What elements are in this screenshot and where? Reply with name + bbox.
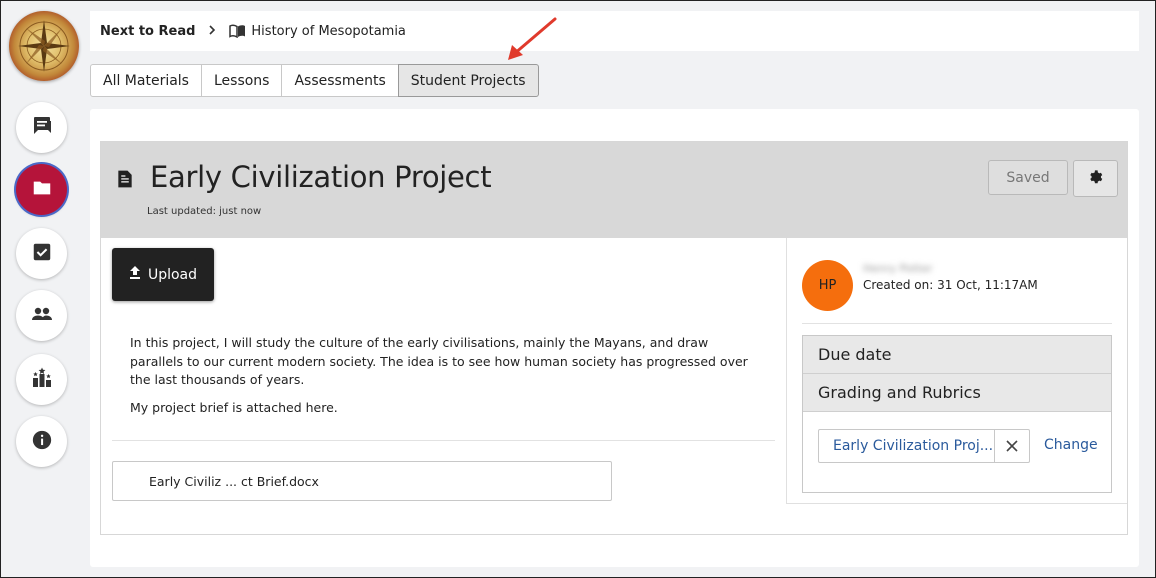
tab-assessments[interactable]: Assessments — [281, 64, 399, 97]
divider — [112, 440, 775, 441]
clear-rubric-button[interactable] — [994, 429, 1030, 463]
project-header: Early Civilization Project Last updated:… — [101, 142, 1127, 238]
sidebar-item-projects[interactable] — [16, 164, 67, 215]
book-icon — [229, 24, 246, 38]
upload-button[interactable]: Upload — [112, 248, 214, 301]
last-updated-text: Last updated: just now — [147, 206, 262, 217]
chevron-right-icon — [208, 24, 216, 38]
description-paragraph: My project brief is attached here. — [130, 399, 338, 415]
saved-button[interactable]: Saved — [988, 160, 1068, 195]
folder-icon — [31, 177, 53, 203]
compass-logo[interactable] — [9, 11, 79, 81]
next-to-read-link[interactable]: Next to Read — [100, 24, 195, 39]
settings-button[interactable] — [1073, 160, 1118, 197]
divider — [802, 323, 1112, 324]
rubric-selected-field[interactable]: Early Civilization Proj... — [818, 429, 995, 463]
gear-icon — [1088, 169, 1104, 189]
attachment-item[interactable]: Early Civiliz ... ct Brief.docx — [112, 461, 612, 501]
sidebar-item-leaderboard[interactable] — [16, 354, 67, 405]
project-title: Early Civilization Project — [150, 160, 492, 194]
grading-rubrics-section[interactable]: Grading and Rubrics — [803, 374, 1111, 412]
chat-icon — [30, 114, 54, 142]
change-rubric-link[interactable]: Change — [1044, 437, 1098, 453]
due-date-section[interactable]: Due date — [803, 336, 1111, 374]
info-icon — [31, 429, 53, 455]
sidebar-item-tasks[interactable] — [16, 228, 67, 279]
tab-lessons[interactable]: Lessons — [200, 64, 283, 97]
avatar-initials: HP — [818, 278, 837, 293]
annotation-arrow — [500, 14, 560, 68]
book-title[interactable]: History of Mesopotamia — [251, 24, 406, 39]
document-icon — [115, 169, 135, 193]
upload-icon — [129, 266, 141, 283]
sidebar-item-messages[interactable] — [16, 102, 67, 153]
author-name: Henry Potter — [863, 262, 933, 275]
tab-all-materials[interactable]: All Materials — [90, 64, 202, 97]
settings-accordion: Due date Grading and Rubrics Early Civil… — [802, 335, 1112, 493]
description-paragraph: In this project, I will study the cultur… — [130, 335, 748, 387]
project-description: In this project, I will study the cultur… — [130, 334, 760, 417]
created-on-text: Created on: 31 Oct, 11:17AM — [863, 278, 1038, 292]
sidebar-item-info[interactable] — [16, 416, 67, 467]
attachment-filename[interactable]: Early Civiliz ... ct Brief.docx — [149, 474, 319, 489]
breadcrumb: Next to Read History of Mesopotamia — [90, 11, 1139, 51]
project-details-panel: HP Henry Potter Created on: 31 Oct, 11:1… — [786, 238, 1127, 504]
upload-label: Upload — [147, 266, 198, 283]
close-icon — [1006, 437, 1018, 456]
tab-bar: All Materials Lessons Assessments Studen… — [90, 64, 539, 98]
avatar: HP — [802, 260, 853, 311]
people-icon — [30, 302, 54, 330]
sidebar-item-people[interactable] — [16, 290, 67, 341]
tab-student-projects[interactable]: Student Projects — [397, 64, 539, 97]
leaderboard-icon — [30, 366, 54, 394]
project-panel: Early Civilization Project Last updated:… — [100, 141, 1128, 535]
checkbox-icon — [31, 241, 53, 267]
